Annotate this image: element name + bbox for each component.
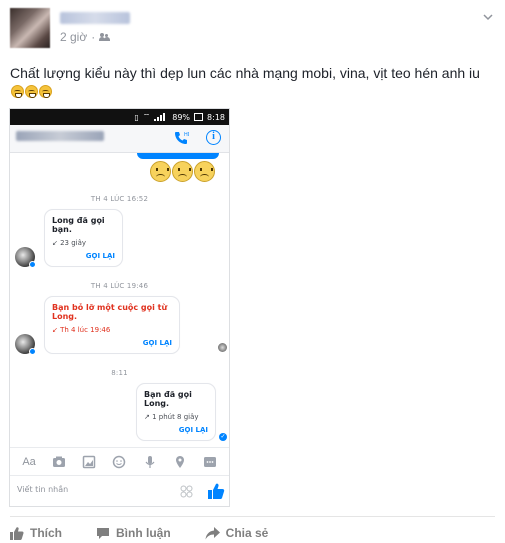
call-title: Long đã gọi bạn. bbox=[52, 216, 105, 234]
friends-audience-icon[interactable] bbox=[99, 32, 111, 42]
message-input: Viết tin nhắn bbox=[17, 485, 69, 494]
like-icon bbox=[10, 526, 24, 540]
call-duration: ↗ 1 phút 8 giây bbox=[144, 413, 199, 421]
battery-icon bbox=[194, 113, 204, 121]
missed-call-time: ↙ Th 4 lúc 19:46 bbox=[52, 326, 111, 334]
chat-timestamp: TH 4 LÚC 16:52 bbox=[90, 195, 149, 203]
share-icon bbox=[205, 526, 220, 539]
chat-timestamp: TH 4 LÚC 19:46 bbox=[90, 282, 149, 290]
callback-button: GỌI LẠI bbox=[178, 426, 208, 434]
read-receipt-avatar bbox=[218, 343, 227, 352]
sent-check-icon: ✓ bbox=[219, 433, 227, 441]
chevron-down-icon[interactable] bbox=[483, 12, 493, 22]
thumbs-up-icon bbox=[208, 483, 225, 499]
like-button[interactable]: Thích bbox=[10, 526, 62, 540]
call-title: Bạn đã gọi Long. bbox=[144, 390, 192, 408]
post-action-bar: Thích Bình luận Chia sẻ bbox=[10, 516, 495, 543]
share-button[interactable]: Chia sẻ bbox=[205, 526, 269, 540]
status-time: 8:18 bbox=[207, 112, 225, 122]
more-options-icon bbox=[203, 456, 216, 467]
callback-button: GỌI LẠI bbox=[85, 252, 115, 260]
message-composer: Viết tin nhắn bbox=[10, 475, 229, 506]
post-header: 2 giờ · bbox=[10, 8, 495, 50]
info-icon: i bbox=[206, 130, 221, 145]
location-pin-icon bbox=[175, 455, 184, 468]
sad-emoji-row bbox=[150, 161, 215, 182]
contact-name-blurred bbox=[16, 131, 104, 141]
comment-button[interactable]: Bình luận bbox=[96, 526, 171, 540]
author-avatar[interactable] bbox=[10, 8, 50, 48]
meta-separator: · bbox=[91, 30, 96, 44]
callback-button: GỌI LẠI bbox=[142, 339, 172, 347]
post-time[interactable]: 2 giờ bbox=[60, 30, 87, 44]
wifi-icon: ⌔ bbox=[142, 112, 151, 121]
grin-emoji-icon bbox=[11, 85, 24, 98]
sticker-smile-icon bbox=[113, 455, 126, 468]
missed-call-title: Bạn bỏ lỡ một cuộc gọi từ Long. bbox=[52, 303, 168, 321]
battery-level: 89% bbox=[172, 112, 191, 122]
post-image-messenger-screenshot[interactable]: ▯ ⌔ 89% 8:18 HD i TH 4 LÚC 16:52 Long đã… bbox=[9, 108, 230, 507]
svg-text:HD: HD bbox=[184, 132, 189, 138]
sad-emoji-icon bbox=[194, 161, 215, 182]
microphone-icon bbox=[145, 455, 155, 468]
post-meta: 2 giờ · bbox=[60, 30, 111, 44]
vibrate-icon: ▯ bbox=[134, 112, 139, 122]
author-name-blurred[interactable] bbox=[60, 12, 130, 24]
call-card-missed: Bạn bỏ lỡ một cuộc gọi từ Long. ↙ Th 4 l… bbox=[44, 296, 180, 354]
contact-avatar bbox=[15, 247, 36, 268]
post-body: Chất lượng kiểu này thì dẹp lun các nhà … bbox=[10, 64, 495, 100]
post-text: Chất lượng kiểu này thì dẹp lun các nhà … bbox=[10, 65, 480, 81]
emoji-grid-icon bbox=[180, 485, 193, 498]
phone-status-bar: ▯ ⌔ 89% 8:18 bbox=[10, 109, 229, 125]
comment-icon bbox=[97, 527, 109, 539]
previous-message-bubble bbox=[137, 153, 219, 159]
contact-avatar bbox=[15, 334, 36, 355]
text-format-icon: Aa bbox=[22, 455, 36, 468]
grin-emoji-icon bbox=[39, 85, 52, 98]
comment-label: Bình luận bbox=[116, 526, 171, 540]
like-label: Thích bbox=[30, 526, 62, 540]
call-duration: ↙ 23 giây bbox=[52, 239, 87, 247]
sad-emoji-icon bbox=[172, 161, 193, 182]
gallery-icon bbox=[83, 455, 96, 468]
messenger-toolbar: Aa bbox=[10, 447, 229, 475]
grin-emoji-icon bbox=[25, 85, 38, 98]
call-card-incoming: Long đã gọi bạn. ↙ 23 giây GỌI LẠI bbox=[44, 209, 123, 267]
sad-emoji-icon bbox=[150, 161, 171, 182]
call-card-outgoing: Bạn đã gọi Long. ↗ 1 phút 8 giây GỌI LẠI bbox=[136, 383, 216, 441]
chat-timestamp: 8:11 bbox=[111, 369, 128, 377]
camera-icon bbox=[53, 456, 66, 467]
chat-header: HD i bbox=[10, 125, 229, 153]
share-label: Chia sẻ bbox=[225, 526, 269, 540]
call-phone-icon: HD bbox=[175, 132, 189, 144]
signal-icon bbox=[154, 113, 166, 121]
